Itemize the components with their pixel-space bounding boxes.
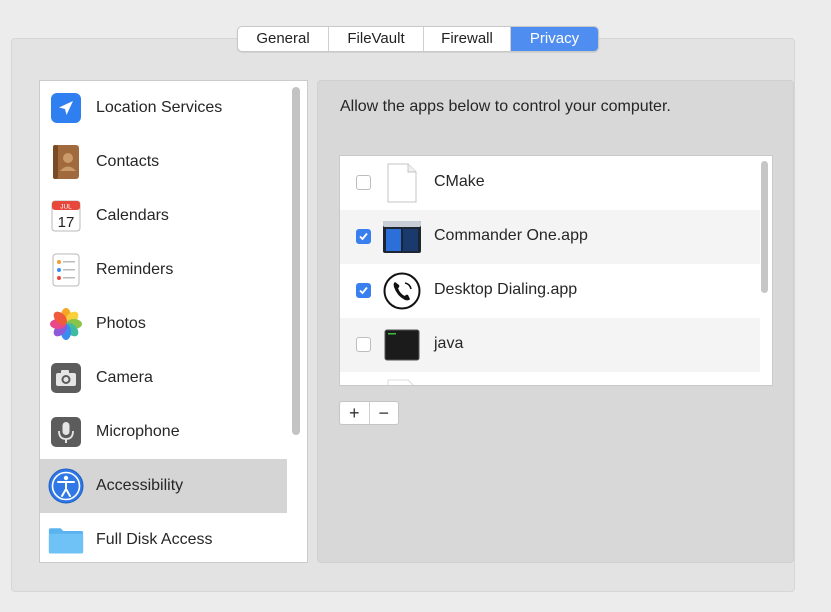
blank-document-icon: [382, 163, 422, 203]
folder-icon: [48, 522, 84, 558]
sidebar-item-label: Location Services: [96, 99, 223, 116]
terminal-exec-icon: [382, 325, 422, 365]
sidebar-item-calendars[interactable]: JUL 17 Calendars: [40, 189, 287, 243]
reminders-list-icon: [48, 252, 84, 288]
app-name: Desktop Dialing.app: [434, 281, 578, 298]
app-checkbox[interactable]: [356, 337, 371, 352]
sidebar-item-label: Full Disk Access: [96, 531, 213, 548]
contacts-book-icon: [48, 144, 84, 180]
svg-text:JUL: JUL: [60, 204, 72, 211]
app-list-scrollbar[interactable]: [761, 161, 768, 293]
app-name: java: [434, 335, 464, 352]
tab-general[interactable]: General: [238, 27, 329, 51]
list-item[interactable]: java: [340, 318, 760, 372]
sidebar-scrollbar[interactable]: [292, 87, 300, 435]
sidebar-item-reminders[interactable]: Reminders: [40, 243, 287, 297]
sidebar-item-camera[interactable]: Camera: [40, 351, 287, 405]
microphone-icon: [48, 414, 84, 450]
list-item[interactable]: CMake: [340, 156, 760, 210]
sidebar-item-label: Camera: [96, 369, 153, 386]
add-remove-control: + −: [339, 401, 399, 425]
sidebar-item-label: Microphone: [96, 423, 180, 440]
phone-handset-icon: [382, 271, 422, 311]
tab-firewall[interactable]: Firewall: [424, 27, 511, 51]
camera-icon: [48, 360, 84, 396]
accessibility-icon: [48, 468, 84, 504]
app-checkbox[interactable]: [356, 175, 371, 190]
tab-filevault[interactable]: FileVault: [329, 27, 424, 51]
tab-bar: General FileVault Firewall Privacy: [237, 26, 599, 52]
app-name: Commander One.app: [434, 227, 588, 244]
list-item[interactable]: Desktop Dialing.app: [340, 264, 760, 318]
sidebar-item-label: Accessibility: [96, 477, 184, 494]
add-app-button[interactable]: +: [340, 402, 370, 424]
photos-flower-icon: [48, 306, 84, 342]
remove-app-button[interactable]: −: [370, 402, 399, 424]
sidebar-item-label: Contacts: [96, 153, 160, 170]
calendar-icon: JUL 17: [48, 198, 84, 234]
app-name: CMake: [434, 173, 485, 190]
sidebar-item-label: Reminders: [96, 261, 174, 278]
tab-privacy[interactable]: Privacy: [511, 27, 598, 51]
location-arrow-icon: [48, 90, 84, 126]
sidebar-item-accessibility[interactable]: Accessibility: [40, 459, 287, 513]
accessibility-pane: Allow the apps below to control your com…: [317, 80, 794, 563]
pane-instructions: Allow the apps below to control your com…: [340, 98, 671, 115]
sidebar-item-location-services[interactable]: Location Services: [40, 81, 287, 135]
sidebar-item-photos[interactable]: Photos: [40, 297, 287, 351]
svg-text:17: 17: [58, 214, 75, 231]
privacy-category-list[interactable]: Location Services Contacts JUL 17 Calend…: [39, 80, 308, 563]
list-item[interactable]: Commander One.app: [340, 210, 760, 264]
blank-document-icon: [382, 379, 422, 385]
commander-one-icon: [382, 217, 422, 257]
sidebar-item-contacts[interactable]: Contacts: [40, 135, 287, 189]
list-item[interactable]: [340, 372, 760, 385]
sidebar-item-label: Calendars: [96, 207, 169, 224]
app-checkbox[interactable]: [356, 283, 371, 298]
app-checkbox[interactable]: [356, 229, 371, 244]
sidebar-item-microphone[interactable]: Microphone: [40, 405, 287, 459]
sidebar-item-full-disk-access[interactable]: Full Disk Access: [40, 513, 287, 562]
app-list[interactable]: CMake Commander One.app Desktop Dialing.…: [339, 155, 773, 386]
sidebar-item-label: Photos: [96, 315, 146, 332]
